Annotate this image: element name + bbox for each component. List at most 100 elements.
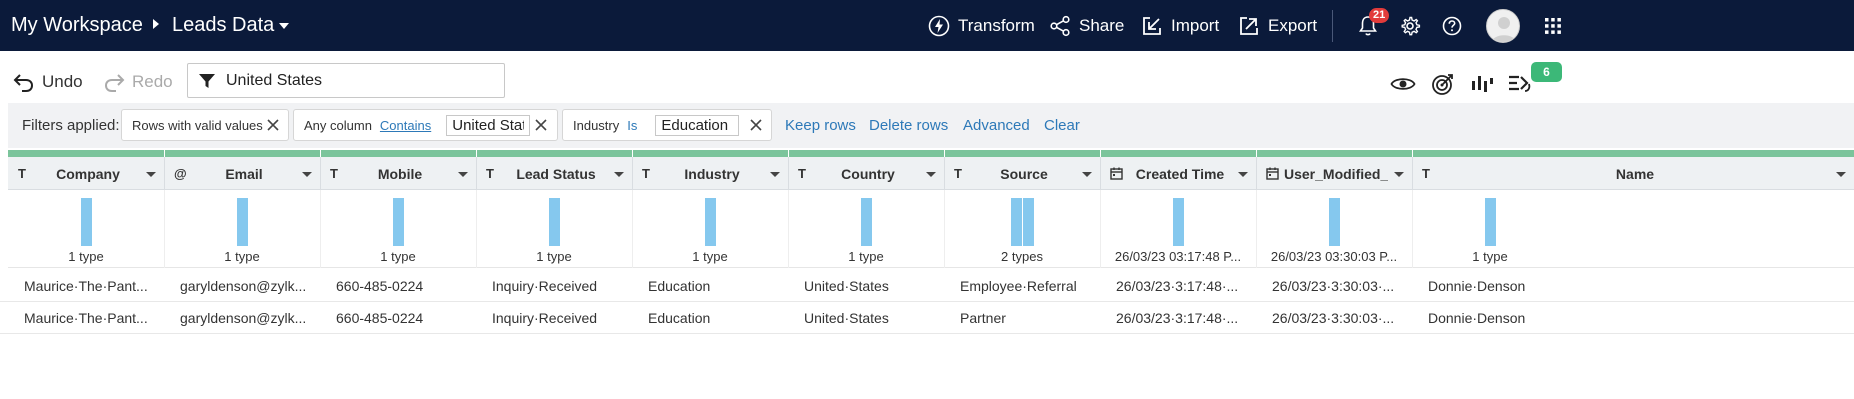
table-cell[interactable]: 26/03/23·3:17:48·... bbox=[1100, 302, 1256, 334]
table-cell[interactable]: United·States bbox=[788, 270, 944, 302]
column-header[interactable]: T Country bbox=[788, 157, 944, 190]
profile-bar[interactable] bbox=[1023, 198, 1034, 246]
column-menu-dropdown-icon[interactable] bbox=[926, 172, 936, 177]
column-header[interactable]: Created Time bbox=[1100, 157, 1256, 190]
column-menu-dropdown-icon[interactable] bbox=[302, 172, 312, 177]
settings-button[interactable] bbox=[1397, 13, 1423, 39]
avatar[interactable] bbox=[1486, 9, 1520, 43]
table-cell[interactable]: United·States bbox=[788, 302, 944, 334]
table-cell[interactable]: 26/03/23·3:17:48·... bbox=[1100, 270, 1256, 302]
table-cell[interactable]: Employee·Referral bbox=[944, 270, 1100, 302]
column-profile[interactable]: 1 type bbox=[476, 190, 632, 268]
share-button[interactable]: Share bbox=[1049, 0, 1124, 51]
profile-bar[interactable] bbox=[1011, 198, 1022, 246]
column-header[interactable]: T Industry bbox=[632, 157, 788, 190]
column-menu-dropdown-icon[interactable] bbox=[1836, 172, 1846, 177]
applied-rules-button[interactable] bbox=[1506, 70, 1534, 98]
table-cell[interactable]: Donnie·Denson bbox=[1412, 302, 1568, 334]
clear-link[interactable]: Clear bbox=[1044, 103, 1080, 148]
apps-menu-button[interactable] bbox=[1540, 13, 1566, 39]
export-button[interactable]: Export bbox=[1238, 0, 1317, 51]
profile-bar[interactable] bbox=[237, 198, 248, 246]
column-profile[interactable]: 1 type bbox=[8, 190, 164, 268]
advanced-link[interactable]: Advanced bbox=[963, 103, 1030, 148]
table-row[interactable]: Maurice·The·Pant... garyldenson@zylk... 66… bbox=[0, 270, 1854, 302]
top-navigation-bar: My Workspace Leads Data Transform Share … bbox=[0, 0, 1854, 51]
keep-rows-link[interactable]: Keep rows bbox=[785, 103, 856, 148]
column-profile[interactable]: 1 type bbox=[320, 190, 476, 268]
filter-chip-valid-values[interactable]: Rows with valid values bbox=[121, 109, 289, 141]
strip-divider bbox=[476, 150, 477, 157]
table-cell[interactable]: Donnie·Denson bbox=[1412, 270, 1568, 302]
column-profile[interactable]: 1 type bbox=[1412, 190, 1568, 268]
column-header[interactable]: T Mobile bbox=[320, 157, 476, 190]
filter-input[interactable] bbox=[226, 71, 496, 90]
column-menu-dropdown-icon[interactable] bbox=[146, 172, 156, 177]
table-cell[interactable]: Maurice·The·Pant... bbox=[8, 302, 164, 334]
filter-chip-operator[interactable]: Is bbox=[627, 118, 637, 133]
column-profile[interactable]: 2 types bbox=[944, 190, 1100, 268]
profile-bar[interactable] bbox=[861, 198, 872, 246]
transform-button[interactable]: Transform bbox=[928, 0, 1035, 51]
column-header[interactable]: T Source bbox=[944, 157, 1100, 190]
help-button[interactable] bbox=[1439, 13, 1465, 39]
table-cell[interactable]: 26/03/23·3:30:03·... bbox=[1256, 270, 1412, 302]
notification-count-badge: 21 bbox=[1369, 8, 1390, 23]
filter-chip-operator[interactable]: Contains bbox=[380, 118, 431, 133]
column-menu-dropdown-icon[interactable] bbox=[1238, 172, 1248, 177]
filter-chip-any-column[interactable]: Any column Contains bbox=[293, 109, 558, 141]
column-profile[interactable]: 26/03/23 03:30:03 P... bbox=[1256, 190, 1412, 268]
table-cell[interactable]: Partner bbox=[944, 302, 1100, 334]
table-cell[interactable]: Maurice·The·Pant... bbox=[8, 270, 164, 302]
column-menu-dropdown-icon[interactable] bbox=[1082, 172, 1092, 177]
column-header[interactable]: T Name bbox=[1412, 157, 1854, 190]
column-profile[interactable]: 26/03/23 03:17:48 P... bbox=[1100, 190, 1256, 268]
breadcrumb-workspace[interactable]: My Workspace bbox=[11, 0, 143, 51]
delete-rows-link[interactable]: Delete rows bbox=[869, 103, 948, 148]
breadcrumb-dataset[interactable]: Leads Data bbox=[172, 0, 274, 51]
profile-bar[interactable] bbox=[1485, 198, 1496, 246]
column-type-date-icon bbox=[1266, 167, 1279, 183]
column-profile[interactable]: 1 type bbox=[788, 190, 944, 268]
profile-bar[interactable] bbox=[393, 198, 404, 246]
column-profile[interactable]: 1 type bbox=[632, 190, 788, 268]
table-cell[interactable]: Inquiry·Received bbox=[476, 302, 632, 334]
table-cell[interactable]: 26/03/23·3:30:03·... bbox=[1256, 302, 1412, 334]
table-cell[interactable]: Inquiry·Received bbox=[476, 270, 632, 302]
close-icon[interactable] bbox=[265, 117, 281, 133]
table-row[interactable]: Maurice·The·Pant... garyldenson@zylk... 66… bbox=[0, 302, 1854, 334]
table-cell[interactable]: 660-485-0224 bbox=[320, 302, 476, 334]
column-header[interactable]: User_Modified_... bbox=[1256, 157, 1412, 190]
column-header[interactable]: T Lead Status bbox=[476, 157, 632, 190]
filter-chip-value-input[interactable] bbox=[446, 114, 531, 136]
close-icon[interactable] bbox=[748, 117, 764, 133]
target-button[interactable] bbox=[1429, 70, 1457, 98]
table-cell[interactable]: 660-485-0224 bbox=[320, 270, 476, 302]
profile-bar[interactable] bbox=[1329, 198, 1340, 246]
profile-bar[interactable] bbox=[705, 198, 716, 246]
table-cell[interactable]: garyldenson@zylk... bbox=[164, 270, 320, 302]
filter-chip-industry[interactable]: Industry Is bbox=[562, 109, 772, 141]
column-header[interactable]: @ Email bbox=[164, 157, 320, 190]
close-icon[interactable] bbox=[533, 117, 549, 133]
insights-button[interactable] bbox=[1468, 70, 1496, 98]
column-profile[interactable]: 1 type bbox=[164, 190, 320, 268]
column-menu-dropdown-icon[interactable] bbox=[770, 172, 780, 177]
dataset-dropdown-icon[interactable] bbox=[279, 23, 289, 29]
preview-button[interactable] bbox=[1389, 70, 1417, 98]
column-menu-dropdown-icon[interactable] bbox=[458, 172, 468, 177]
column-menu-dropdown-icon[interactable] bbox=[1394, 172, 1404, 177]
filter-search-box[interactable] bbox=[187, 63, 505, 98]
profile-bar[interactable] bbox=[549, 198, 560, 246]
profile-bar[interactable] bbox=[1173, 198, 1184, 246]
profile-bar[interactable] bbox=[81, 198, 92, 246]
table-cell[interactable]: Education bbox=[632, 302, 788, 334]
column-menu-dropdown-icon[interactable] bbox=[614, 172, 624, 177]
column-header[interactable]: T Company bbox=[8, 157, 164, 190]
import-button[interactable]: Import bbox=[1141, 0, 1219, 51]
table-cell[interactable]: Education bbox=[632, 270, 788, 302]
redo-button[interactable]: Redo bbox=[102, 60, 173, 104]
undo-button[interactable]: Undo bbox=[12, 60, 83, 104]
table-cell[interactable]: garyldenson@zylk... bbox=[164, 302, 320, 334]
filter-chip-value-input[interactable] bbox=[655, 114, 740, 136]
